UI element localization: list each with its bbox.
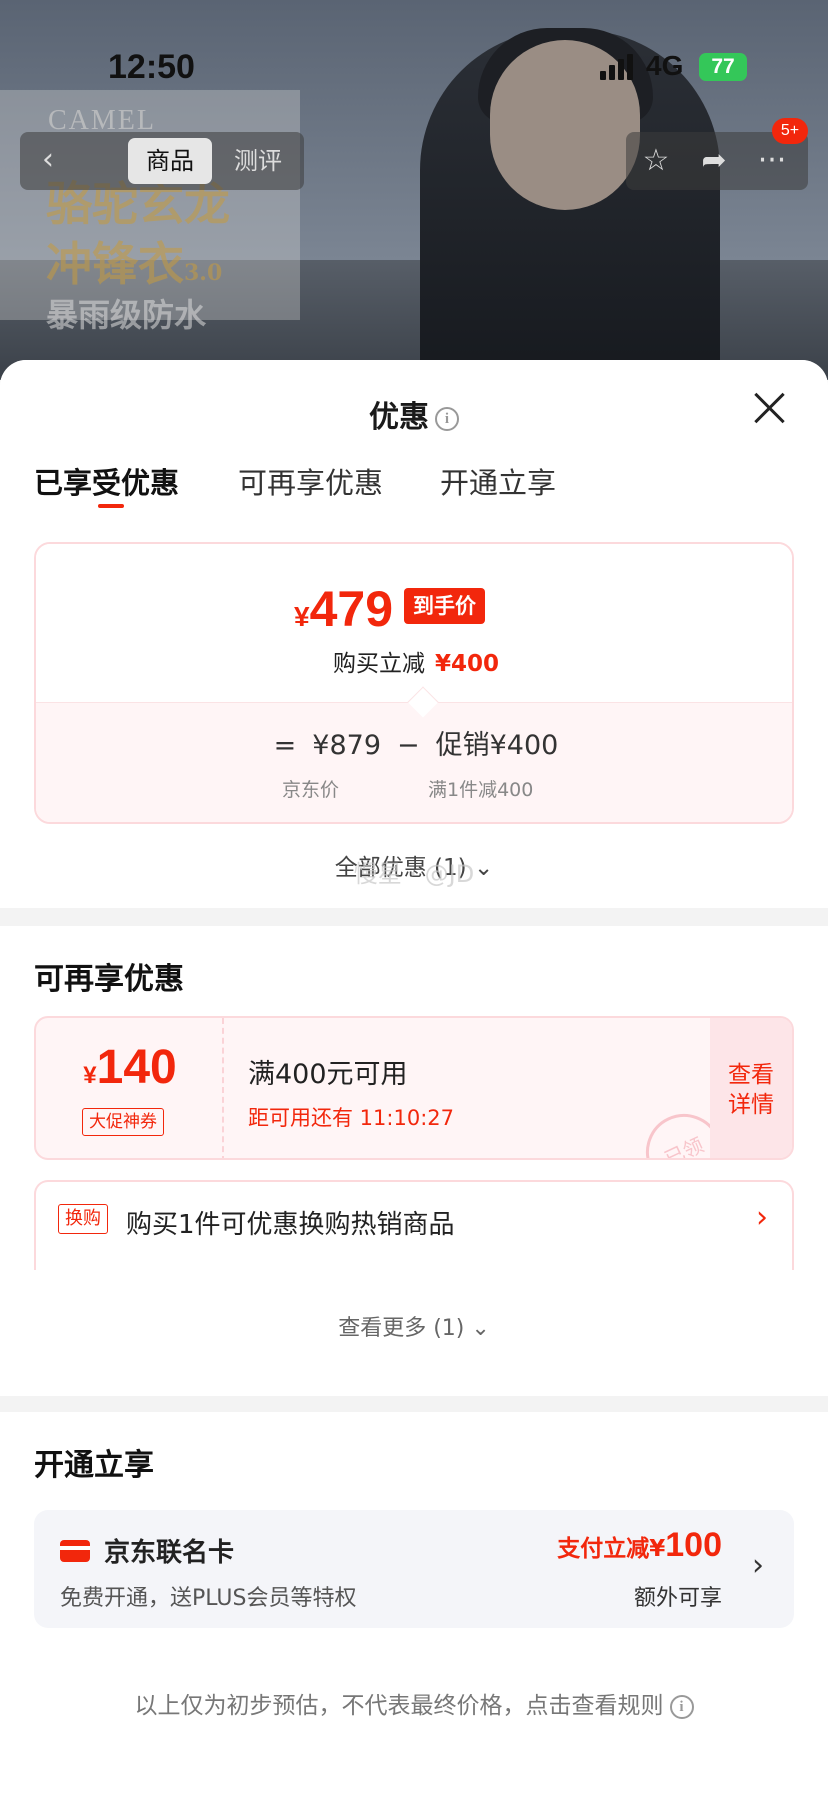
coupon-details-button[interactable]: 查看 详情 — [710, 1018, 792, 1158]
coupon-value: ¥140 大促神券 — [36, 1018, 224, 1158]
swap-tag: 换购 — [58, 1204, 108, 1234]
back-icon[interactable]: ‹ — [20, 132, 76, 190]
price-formula-area: = ¥879− 促销¥400 京东价 满1件减400 — [36, 702, 792, 822]
tab-product[interactable]: 商品 — [128, 138, 212, 184]
sheet-title: 优惠 i — [0, 392, 828, 436]
price-disclaimer[interactable]: 以上仅为初步预估，不代表最终价格，点击查看规则 i — [0, 1686, 828, 1720]
star-icon[interactable]: ☆ — [636, 142, 676, 180]
battery-icon: 77 — [699, 53, 747, 81]
signal-icon — [600, 54, 634, 80]
price-formula: = ¥879− 促销¥400 — [273, 730, 559, 761]
price-breakdown-card: ¥479 到手价 购买立减 ¥400 = ¥879− 促销¥400 京东价 满1件减4… — [34, 542, 794, 824]
coupon-condition: 满400元可用 — [248, 1059, 408, 1090]
card-extra-label: 额外可享 — [633, 1586, 722, 1611]
more-offers-section: 可再享优惠 ¥140 大促神券 满400元可用 距可用还有 11:10:27 已… — [0, 926, 828, 1396]
co-brand-card-row[interactable]: 京东联名卡 免费开通，送PLUS会员等特权 支付立减¥100 额外可享 › — [34, 1510, 794, 1628]
rules-info-icon[interactable]: i — [669, 1694, 694, 1719]
tab-review[interactable]: 测评 — [218, 138, 298, 184]
card-name: 京东联名卡 — [104, 1538, 235, 1568]
final-price-tag: 到手价 — [404, 588, 485, 624]
tab-more-offers[interactable]: 可再享优惠 — [238, 460, 383, 502]
credit-card-icon — [60, 1540, 90, 1562]
see-more-button[interactable]: 查看更多 (1) ⌄ — [0, 1310, 828, 1342]
enjoyed-offers-section: 优惠 i 已享受优惠 可再享优惠 开通立享 ¥479 到手价 购买立减 ¥400 =… — [0, 360, 828, 908]
open-now-title: 开通立享 — [34, 1448, 154, 1483]
hero-headline-3: 暴雨级防水 — [46, 296, 207, 334]
message-badge: 5+ — [772, 118, 808, 144]
info-icon[interactable]: i — [435, 406, 459, 431]
status-time: 12:50 — [108, 48, 195, 86]
card-instant-saving: 支付立减¥100 — [557, 1526, 722, 1564]
watermark: 慢星 · @JD — [353, 860, 475, 888]
close-icon[interactable] — [752, 390, 788, 426]
coupon-type-tag: 大促神券 — [82, 1108, 164, 1136]
swap-offer-row[interactable]: 换购 购买1件可优惠换购热销商品 › — [34, 1180, 794, 1270]
coupon-countdown: 距可用还有 11:10:27 — [248, 1106, 454, 1130]
nav-actions: ☆ ➦ ··· 5+ — [626, 118, 808, 190]
promo-label: 满1件减400 — [428, 779, 534, 801]
coupon-cta-line-2: 详情 — [728, 1092, 774, 1118]
final-price: ¥479 — [294, 581, 394, 637]
nav-tabs: 商品 测评 — [76, 132, 304, 190]
card-benefit: 免费开通，送PLUS会员等特权 — [60, 1586, 357, 1611]
coupon-amount: ¥140 — [83, 1041, 177, 1094]
share-icon[interactable]: ➦ — [694, 142, 734, 180]
product-nav-bar: ‹ 商品 测评 ☆ ➦ ··· 5+ — [20, 118, 808, 190]
jd-price-label: 京东价 — [282, 779, 340, 801]
open-now-section: 开通立享 京东联名卡 免费开通，送PLUS会员等特权 支付立减¥100 额外可享… — [0, 1412, 828, 1801]
tab-open-now[interactable]: 开通立享 — [440, 460, 556, 502]
final-price-area: ¥479 到手价 购买立减 ¥400 — [36, 544, 792, 702]
chevron-right-icon: › — [756, 1200, 768, 1235]
instant-discount-line: 购买立减 ¥400 — [332, 651, 499, 677]
swap-text: 购买1件可优惠换购热销商品 — [126, 1210, 455, 1240]
coupon-cta-line-1: 查看 — [728, 1062, 774, 1088]
status-bar: 12:50 4G 77 — [0, 0, 828, 135]
hero-headline-2: 冲锋衣3.0 — [46, 237, 223, 291]
chevron-right-icon: › — [752, 1548, 764, 1583]
network-type: 4G — [646, 50, 684, 81]
coupon-card[interactable]: ¥140 大促神券 满400元可用 距可用还有 11:10:27 已领 查看 详… — [34, 1016, 794, 1160]
more-offers-title: 可再享优惠 — [34, 962, 184, 997]
tab-active-indicator — [98, 504, 124, 508]
more-icon[interactable]: ··· — [752, 142, 792, 180]
discount-sheet: 优惠 i 已享受优惠 可再享优惠 开通立享 ¥479 到手价 购买立减 ¥400 =… — [0, 360, 828, 1801]
tab-enjoyed[interactable]: 已享受优惠 — [34, 460, 179, 502]
